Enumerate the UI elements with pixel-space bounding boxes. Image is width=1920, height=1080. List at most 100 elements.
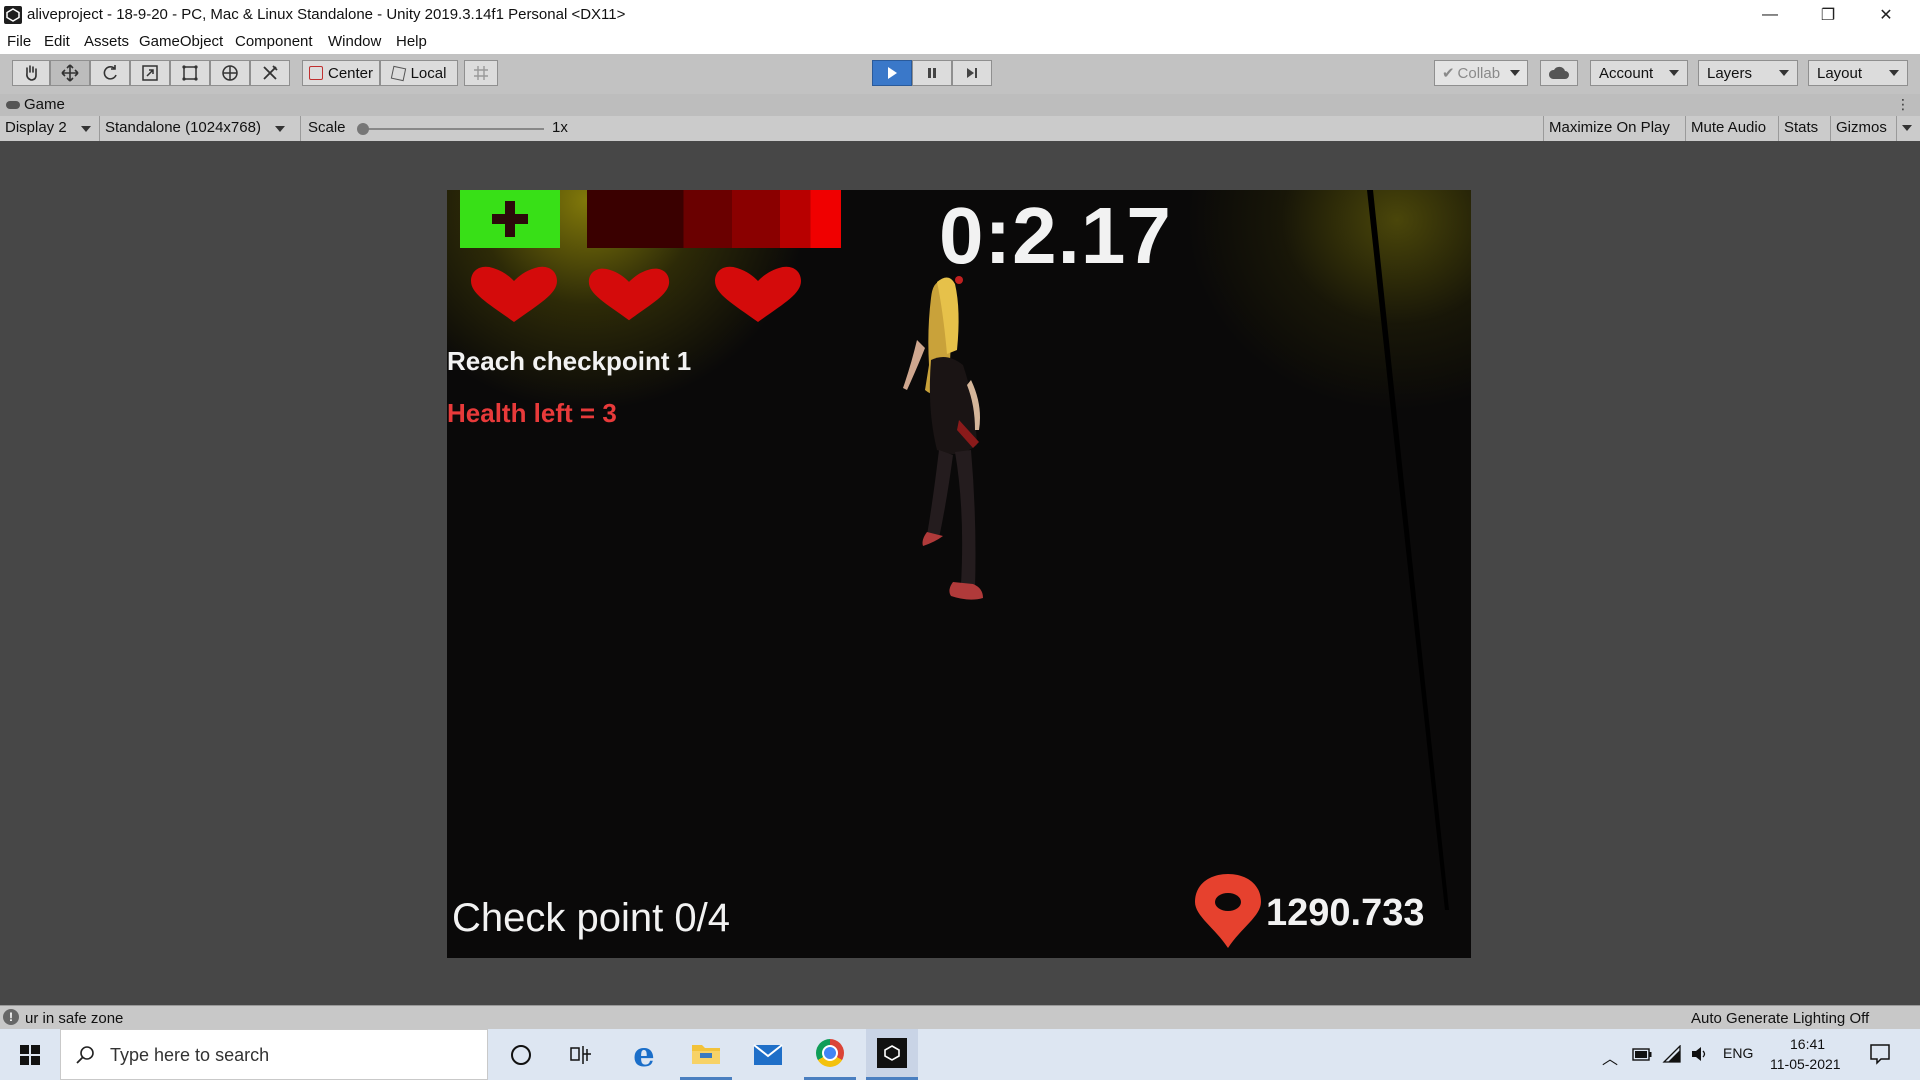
task-view-button[interactable] [560, 1029, 602, 1080]
mute-audio-toggle[interactable]: Mute Audio [1691, 119, 1766, 136]
transform-tool-icon[interactable] [210, 60, 250, 86]
collab-label: Collab [1457, 64, 1501, 82]
scale-slider-track[interactable] [360, 128, 544, 130]
divider [1896, 116, 1897, 141]
restore-button[interactable]: ❐ [1799, 0, 1857, 30]
console-message[interactable]: ur in safe zone [25, 1010, 123, 1027]
cloud-icon[interactable] [1540, 60, 1578, 86]
stats-toggle[interactable]: Stats [1784, 119, 1818, 136]
menu-window[interactable]: Window [328, 33, 381, 50]
check-icon: ✔ [1441, 65, 1455, 82]
minimize-button[interactable]: — [1741, 0, 1799, 30]
edge-browser-icon[interactable]: e [618, 1029, 670, 1080]
tab-menu-icon[interactable]: ⋮ [1896, 96, 1910, 113]
folder-icon [692, 1045, 720, 1064]
cortana-button[interactable] [500, 1029, 542, 1080]
window-title: aliveproject - 18-9-20 - PC, Mac & Linux… [27, 6, 626, 23]
mail-icon[interactable] [742, 1029, 794, 1080]
heal-button[interactable] [460, 190, 560, 248]
language-indicator[interactable]: ENG [1723, 1045, 1753, 1061]
divider [1778, 116, 1779, 141]
divider [1543, 116, 1544, 141]
checkpoint-counter: Check point 0/4 [452, 896, 730, 940]
battery-icon[interactable] [1632, 1048, 1652, 1061]
hand-tool-icon[interactable] [12, 60, 50, 86]
resolution-dropdown[interactable]: Standalone (1024x768) [105, 119, 285, 136]
scale-value: 1x [552, 119, 568, 136]
menu-help[interactable]: Help [396, 33, 427, 50]
maximize-on-play-toggle[interactable]: Maximize On Play [1549, 119, 1670, 136]
collab-dropdown[interactable]: ✔ Collab [1434, 60, 1528, 86]
volume-icon[interactable] [1690, 1045, 1710, 1063]
edge-logo: e [633, 1034, 655, 1075]
step-icon [967, 68, 977, 78]
pivot-center-button[interactable]: Center [302, 60, 380, 86]
cube-icon [390, 65, 406, 81]
health-left-text: Health left = 3 [447, 398, 617, 428]
grid-snap-icon[interactable] [464, 60, 498, 86]
step-button[interactable] [952, 60, 992, 86]
menu-edit[interactable]: Edit [44, 33, 70, 50]
divider [1830, 116, 1831, 141]
plus-icon [492, 201, 528, 237]
gizmos-dropdown-icon[interactable] [1902, 125, 1912, 131]
wifi-icon[interactable] [1662, 1045, 1682, 1063]
timer-text: 0:2.17 [939, 191, 1172, 280]
tab-game[interactable]: Game [6, 96, 65, 113]
divider [300, 116, 301, 141]
tab-game-label: Game [24, 96, 65, 113]
windows-logo-icon [20, 1044, 40, 1065]
layers-label: Layers [1707, 64, 1753, 82]
close-button[interactable]: ✕ [1857, 0, 1915, 30]
game-tab-header: Game ⋮ [0, 94, 1920, 116]
pivot-center-label: Center [327, 64, 374, 82]
play-button[interactable] [872, 60, 912, 86]
pause-icon [928, 68, 936, 78]
heart-icon [471, 266, 557, 322]
title-bar: aliveproject - 18-9-20 - PC, Mac & Linux… [0, 0, 1920, 30]
scale-tool-icon[interactable] [130, 60, 170, 86]
space-local-label: Local [410, 64, 447, 82]
lighting-status: Auto Generate Lighting Off [1691, 1010, 1870, 1027]
clock-date[interactable]: 11-05-2021 [1770, 1056, 1841, 1072]
chrome-icon[interactable] [804, 1029, 856, 1080]
notification-icon[interactable] [1869, 1043, 1891, 1065]
menu-gameobject[interactable]: GameObject [139, 33, 223, 50]
unity-taskbar-icon[interactable] [866, 1029, 918, 1080]
custom-tool-icon[interactable] [250, 60, 290, 86]
task-view-icon [570, 1045, 591, 1064]
menu-file[interactable]: File [7, 33, 31, 50]
space-local-button[interactable]: Local [380, 60, 458, 86]
play-icon [888, 67, 897, 79]
pivot-center-icon [308, 66, 323, 80]
divider [1685, 116, 1686, 141]
clock-time[interactable]: 16:41 [1790, 1036, 1825, 1052]
status-bar: ! ur in safe zone Auto Generate Lighting… [0, 1005, 1920, 1030]
start-button[interactable] [0, 1029, 60, 1080]
gizmos-toggle[interactable]: Gizmos [1836, 119, 1887, 136]
rect-tool-icon[interactable] [170, 60, 210, 86]
heart-icon [715, 266, 801, 322]
menu-component[interactable]: Component [235, 33, 313, 50]
layers-dropdown[interactable]: Layers [1698, 60, 1798, 86]
game-screen[interactable]: 0:2.17 Reach checkpoint 1 Health left = … [447, 190, 1471, 958]
game-view-toolbar: Display 2 Standalone (1024x768) Scale 1x… [0, 116, 1920, 142]
chevron-up-icon[interactable]: ︿ [1602, 1045, 1618, 1069]
cortana-icon [511, 1044, 531, 1065]
map-pin-icon [1195, 874, 1261, 948]
wall-edge [1367, 190, 1449, 910]
move-tool-icon[interactable] [50, 60, 90, 86]
file-explorer-icon[interactable] [680, 1029, 732, 1080]
scale-label: Scale [308, 119, 346, 136]
taskbar-search-box[interactable]: Type here to search [60, 1029, 488, 1080]
pause-button[interactable] [912, 60, 952, 86]
scale-slider-handle[interactable] [357, 123, 369, 135]
distance-value: 1290.733 [1266, 892, 1425, 934]
layout-dropdown[interactable]: Layout [1808, 60, 1908, 86]
account-dropdown[interactable]: Account [1590, 60, 1688, 86]
unity-logo-icon [4, 6, 22, 24]
menu-assets[interactable]: Assets [84, 33, 129, 50]
rotate-tool-icon[interactable] [90, 60, 130, 86]
display-label: Display 2 [5, 119, 67, 136]
display-dropdown[interactable]: Display 2 [5, 119, 95, 136]
